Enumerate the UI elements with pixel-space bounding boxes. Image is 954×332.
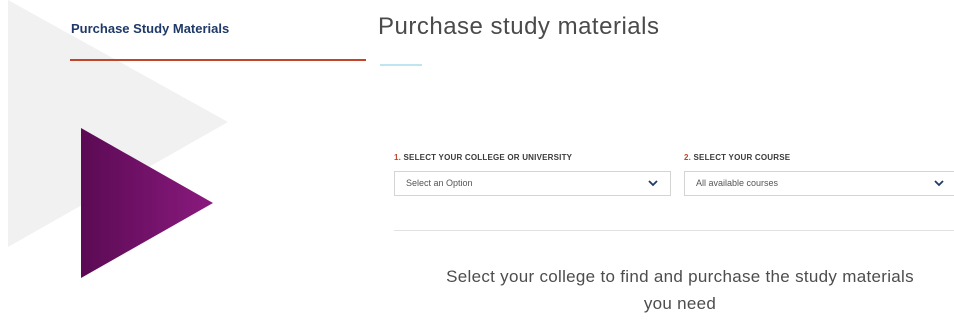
college-select-value: Select an Option xyxy=(406,178,473,188)
college-select[interactable]: Select an Option xyxy=(394,171,671,196)
chevron-down-icon xyxy=(648,180,658,187)
empty-state-message: Select your college to find and purchase… xyxy=(446,267,914,313)
college-label-text: SELECT YOUR COLLEGE OR UNIVERSITY xyxy=(403,153,573,162)
course-select-label: 2. SELECT YOUR COURSE xyxy=(684,153,790,162)
chevron-down-icon xyxy=(934,180,944,187)
course-label-text: SELECT YOUR COURSE xyxy=(693,153,791,162)
course-select-value: All available courses xyxy=(696,178,779,188)
section-divider xyxy=(394,230,954,231)
title-underline xyxy=(380,64,422,66)
sidebar-underline xyxy=(70,59,366,61)
college-step-number: 1. xyxy=(394,153,402,162)
college-select-label: 1. SELECT YOUR COLLEGE OR UNIVERSITY xyxy=(394,153,572,162)
course-step-number: 2. xyxy=(684,153,692,162)
sidebar-title[interactable]: Purchase Study Materials xyxy=(71,21,229,36)
course-select[interactable]: All available courses xyxy=(684,171,954,196)
decorative-triangles xyxy=(8,0,228,278)
page-title: Purchase study materials xyxy=(378,13,660,40)
